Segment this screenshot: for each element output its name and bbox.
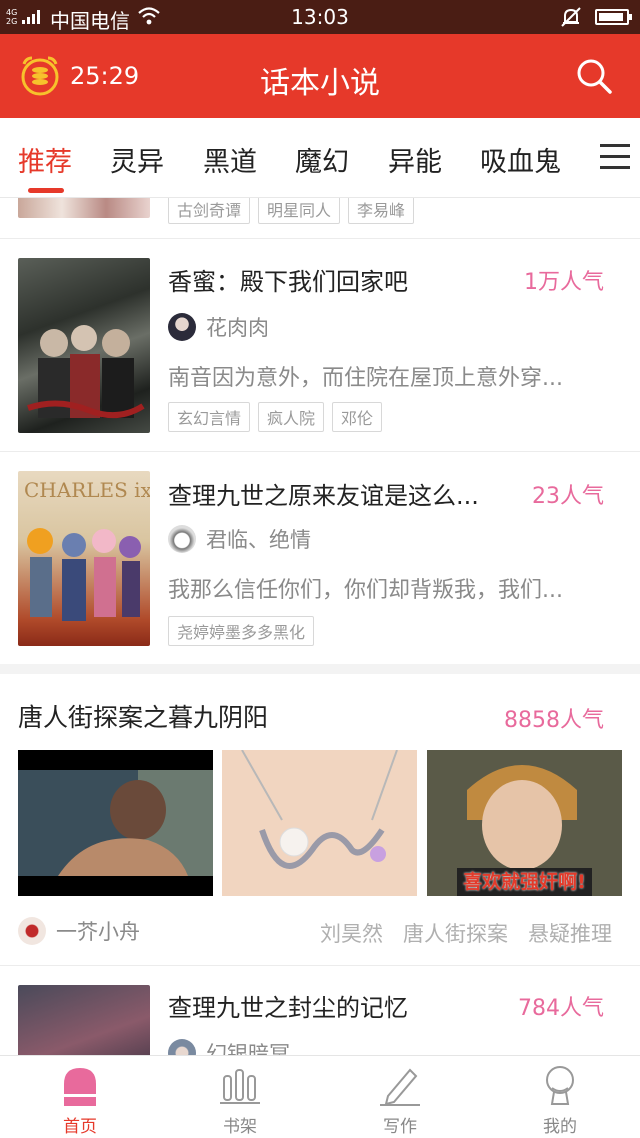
author-name: 幻银暗冥 [206, 1042, 290, 1055]
book-title[interactable]: 查理九世之封尘的记忆 [168, 988, 408, 1023]
nav-label: 我的 [543, 1117, 577, 1137]
tab-supernatural[interactable]: 灵异 [110, 140, 164, 179]
menu-icon[interactable] [600, 144, 630, 170]
nav-write[interactable]: 写作 [320, 1056, 480, 1138]
author-name: 花肉肉 [206, 316, 269, 340]
tag[interactable]: 邓伦 [332, 402, 383, 432]
tag[interactable]: 古剑奇谭 [168, 198, 251, 224]
tag[interactable]: 疯人院 [258, 402, 325, 432]
cover-art: CHARLES ix [24, 478, 150, 621]
app-header: 25:29 话本小说 [0, 34, 640, 118]
book-cover[interactable] [18, 985, 150, 1055]
tag[interactable]: 李易峰 [348, 198, 415, 224]
tag[interactable]: 明星同人 [258, 198, 341, 224]
divider [0, 965, 640, 966]
avatar [168, 1039, 196, 1055]
tag[interactable]: 玄幻言情 [168, 402, 251, 432]
author-row[interactable]: 花肉肉 [168, 312, 269, 342]
tag[interactable]: 尧婷婷墨多多黑化 [168, 616, 315, 646]
status-bar: 4G 2G 中国电信 13:03 [0, 0, 640, 34]
author-name: 君临、绝情 [206, 528, 311, 552]
battery-icon [595, 9, 632, 25]
svg-text:CHARLES ix: CHARLES ix [24, 478, 150, 502]
app-title: 话本小说 [260, 66, 380, 101]
tag-list: 刘昊然 唐人街探案 悬疑推理 [320, 918, 612, 948]
search-icon[interactable] [574, 56, 614, 96]
active-tab-indicator [28, 188, 64, 193]
popularity-count: 23人气 [532, 484, 604, 509]
tab-recommend[interactable]: 推荐 [18, 140, 72, 179]
book-title[interactable]: 查理九世之原来友谊是这么... [168, 476, 479, 511]
book-description: 南音因为意外，而住院在屋顶上意外穿... [168, 366, 563, 391]
tab-gangster[interactable]: 黑道 [203, 140, 257, 179]
nav-home[interactable]: 首页 [0, 1056, 160, 1138]
thumbnail-art [241, 750, 398, 869]
nav-label: 首页 [63, 1117, 97, 1137]
avatar [168, 525, 196, 553]
book-description: 我那么信任你们，你们却背叛我，我们... [168, 578, 563, 603]
avatar [18, 917, 46, 945]
tag[interactable]: 悬疑推理 [528, 918, 612, 948]
nav-profile[interactable]: 我的 [480, 1056, 640, 1138]
book-cover[interactable]: CHARLES ix [18, 471, 150, 646]
feature-thumbnail[interactable]: 喜欢就强奸啊! [427, 750, 622, 896]
profile-icon [546, 1066, 574, 1105]
divider [0, 451, 640, 452]
popularity-count: 8858人气 [504, 708, 604, 733]
nav-bookshelf[interactable]: 书架 [160, 1056, 320, 1138]
nav-label: 写作 [383, 1117, 417, 1137]
tag[interactable]: 刘昊然 [320, 918, 383, 948]
avatar [168, 313, 196, 341]
feature-thumbnail[interactable] [222, 750, 417, 896]
tag-list: 玄幻言情 疯人院 邓伦 [168, 402, 390, 432]
tab-fantasy[interactable]: 魔幻 [295, 140, 349, 179]
tag-list: 尧婷婷墨多多黑化 [168, 616, 322, 646]
cover-art [27, 325, 145, 419]
home-icon [64, 1068, 96, 1106]
popularity-count: 784人气 [518, 996, 604, 1021]
book-title[interactable]: 香蜜：殿下我们回家吧 [168, 262, 408, 297]
author-row[interactable]: 幻银暗冥 [168, 1038, 290, 1055]
status-time: 13:03 [291, 5, 349, 29]
pencil-icon [380, 1068, 420, 1106]
popularity-count: 1万人气 [524, 270, 604, 295]
section-gap [0, 664, 640, 674]
tag[interactable]: 唐人街探案 [403, 918, 508, 948]
category-tabs: 推荐 灵异 黑道 魔幻 异能 吸血鬼 [0, 118, 640, 198]
bottom-nav: 首页 书架 写作 我的 [0, 1055, 640, 1138]
thumbnail-art [18, 770, 213, 876]
tab-superpower[interactable]: 异能 [388, 140, 442, 179]
bookshelf-icon [220, 1069, 260, 1104]
author-row[interactable]: 一芥小舟 [18, 916, 140, 946]
tab-vampire[interactable]: 吸血鬼 [480, 140, 561, 179]
feature-thumbnail[interactable] [18, 750, 213, 896]
thumbnail-caption: 喜欢就强奸啊! [463, 871, 586, 893]
author-row[interactable]: 君临、绝情 [168, 524, 311, 554]
divider [0, 238, 640, 239]
book-feed[interactable]: 古剑奇谭 明星同人 李易峰 香蜜：殿下我们回家吧 1万人气 花肉肉 南音因为意外，而… [0, 198, 640, 1055]
feature-title[interactable]: 唐人街探案之暮九阴阳 [18, 698, 268, 734]
author-name: 一芥小舟 [56, 920, 140, 944]
book-cover[interactable] [18, 258, 150, 433]
mute-bell-icon [561, 7, 581, 27]
nav-label: 书架 [223, 1117, 257, 1137]
book-cover[interactable] [18, 198, 150, 218]
tag-list: 古剑奇谭 明星同人 李易峰 [168, 198, 422, 224]
